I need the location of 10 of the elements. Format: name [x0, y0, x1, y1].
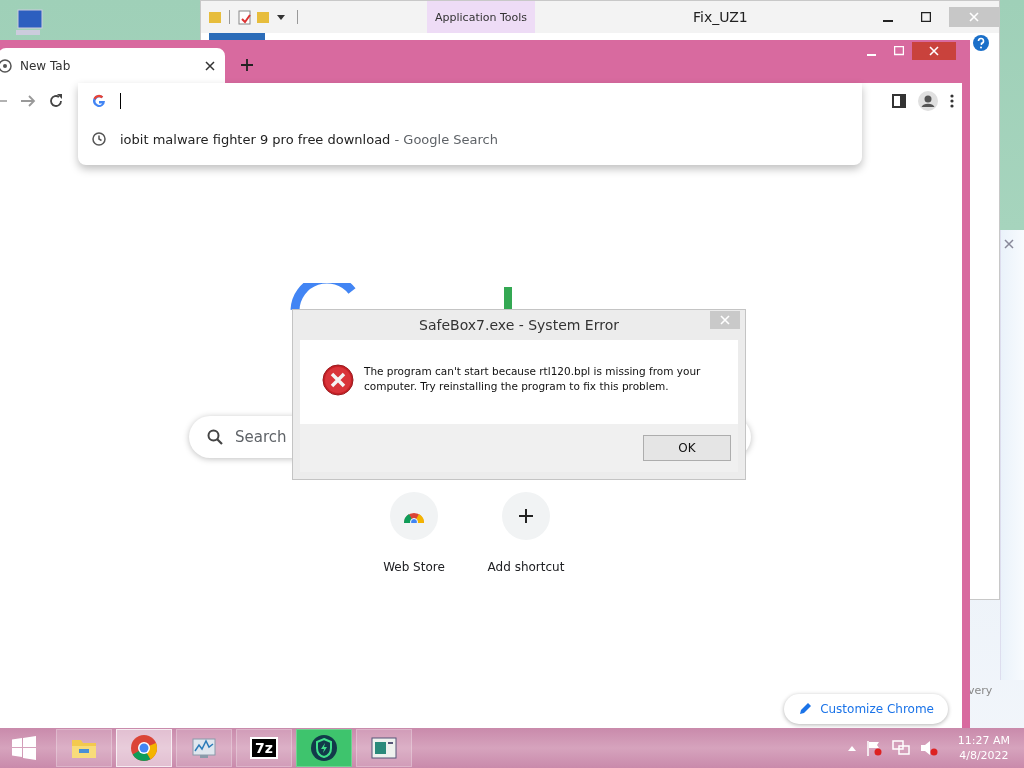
window-title: Fix_UZ1 — [693, 9, 749, 25]
error-message: The program can't start because rtl120.bpl is missing from your computer. Try reinstalling the program to fix this problem. — [364, 364, 702, 394]
shortcut-label: Add shortcut — [487, 560, 565, 574]
archiver-icon: 7z — [250, 737, 278, 759]
clock-date: 4/8/2022 — [959, 748, 1009, 763]
search-placeholder: Search — [235, 428, 287, 446]
clock-time: 11:27 AM — [957, 733, 1010, 748]
dialog-title: SafeBox7.exe - System Error — [419, 317, 619, 333]
suggestion-text: iobit malware fighter 9 pro free download - Google Search — [120, 131, 498, 147]
shortcut-label: Web Store — [383, 560, 445, 574]
